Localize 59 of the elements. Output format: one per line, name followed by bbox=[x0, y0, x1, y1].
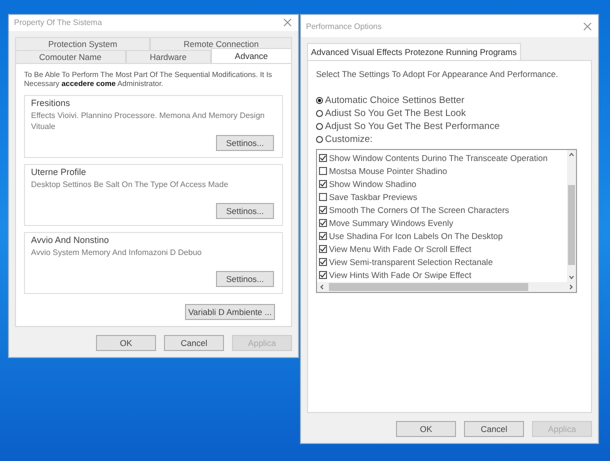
horizontal-scrollbar[interactable] bbox=[317, 282, 576, 292]
settings-button[interactable]: Settinos... bbox=[216, 203, 274, 219]
tab[interactable]: Remote Connection bbox=[150, 36, 292, 50]
settings-button[interactable]: Settinos... bbox=[216, 271, 274, 287]
checkbox[interactable] bbox=[319, 180, 327, 188]
checkbox[interactable] bbox=[319, 192, 327, 200]
checkbox[interactable] bbox=[319, 244, 327, 252]
tab[interactable]: Comouter Name bbox=[15, 50, 126, 63]
radio-button-icon[interactable] bbox=[316, 110, 323, 117]
checkbox-label: Move Summary Windows Evenly bbox=[329, 218, 454, 228]
checkbox[interactable] bbox=[319, 166, 327, 174]
checkbox-label: Use Shadina For Icon Labels On The Desktop bbox=[329, 230, 503, 240]
radio-button-icon[interactable] bbox=[316, 136, 323, 143]
tab[interactable]: Advanced Visual Effects Protezone Running Programs bbox=[307, 43, 521, 60]
settings-button[interactable]: Settinos... bbox=[216, 135, 274, 151]
radio-option[interactable]: Automatic Choice Settinos Better bbox=[316, 95, 585, 106]
group-title: Avvio And Nonstino bbox=[31, 235, 110, 245]
group-description: Effects Vioivi. Plannino Processore. Memona And Memory Design Vituale bbox=[31, 111, 266, 132]
group-description: Desktop Settinos Be Salt On The Type Of Access Made bbox=[31, 180, 230, 191]
ok-button[interactable]: OK bbox=[396, 421, 456, 437]
radio-label: Automatic Choice Settinos Better bbox=[325, 95, 464, 106]
checkbox[interactable] bbox=[319, 154, 327, 162]
checkbox[interactable] bbox=[319, 218, 327, 226]
cancel-button[interactable]: Cancel bbox=[164, 335, 224, 351]
checkbox-label: Show Window Contents Durino The Transceate Operation bbox=[329, 152, 548, 162]
checkbox-label: View Semi-transparent Selection Rectanale bbox=[329, 256, 493, 266]
radio-button-icon[interactable] bbox=[316, 97, 323, 104]
checkbox-label: Show Window Shadino bbox=[329, 178, 416, 188]
checkbox[interactable] bbox=[319, 206, 327, 214]
window-title: Property Of The Sistema bbox=[14, 18, 102, 28]
checkbox-label: View Menu With Fade Or Scroll Effect bbox=[329, 244, 472, 254]
checkbox[interactable] bbox=[319, 258, 327, 266]
radio-option[interactable]: Customize: bbox=[316, 134, 585, 145]
cancel-button[interactable]: Cancel bbox=[464, 421, 524, 437]
checkbox-label: Smooth The Corners Of The Screen Characters bbox=[329, 204, 510, 214]
close-icon[interactable] bbox=[583, 22, 592, 30]
window-title: Performance Options bbox=[306, 22, 382, 30]
ok-button[interactable]: OK bbox=[96, 335, 156, 351]
checkbox-label: Mostsa Mouse Pointer Shadino bbox=[329, 166, 448, 176]
checkbox-label: Save Taskbar Previews bbox=[329, 192, 418, 202]
checkbox[interactable] bbox=[319, 270, 327, 278]
radio-button-icon[interactable] bbox=[316, 123, 323, 130]
tab[interactable]: Advance bbox=[210, 48, 292, 63]
close-icon[interactable] bbox=[283, 18, 292, 28]
environment-variables-button[interactable]: Variabli D Ambiente ... bbox=[185, 304, 275, 320]
radio-option[interactable]: Adjust So You Get The Best Performance bbox=[316, 121, 585, 132]
checkbox[interactable] bbox=[319, 232, 327, 240]
radio-label: Adjust So You Get The Best Performance bbox=[325, 121, 500, 132]
instruction-text: Select The Settings To Adopt For Appearance And Performance. bbox=[316, 69, 560, 79]
radio-label: Customize: bbox=[325, 134, 373, 145]
radio-option[interactable]: Adiust So You Get The Best Look bbox=[316, 108, 585, 119]
tab[interactable]: Protection System bbox=[15, 36, 150, 50]
group-description: Avvio System Memory And Infomazoni D Debuo bbox=[31, 248, 203, 259]
checkbox-label: View Hints With Fade Or Swipe Effect bbox=[329, 270, 472, 280]
radio-label: Adiust So You Get The Best Look bbox=[325, 108, 466, 119]
vertical-scrollbar[interactable] bbox=[567, 150, 576, 282]
group-title: Uterne Profile bbox=[31, 167, 88, 177]
tab[interactable]: Hardware bbox=[126, 50, 211, 63]
group-title: Fresitions bbox=[31, 98, 72, 108]
